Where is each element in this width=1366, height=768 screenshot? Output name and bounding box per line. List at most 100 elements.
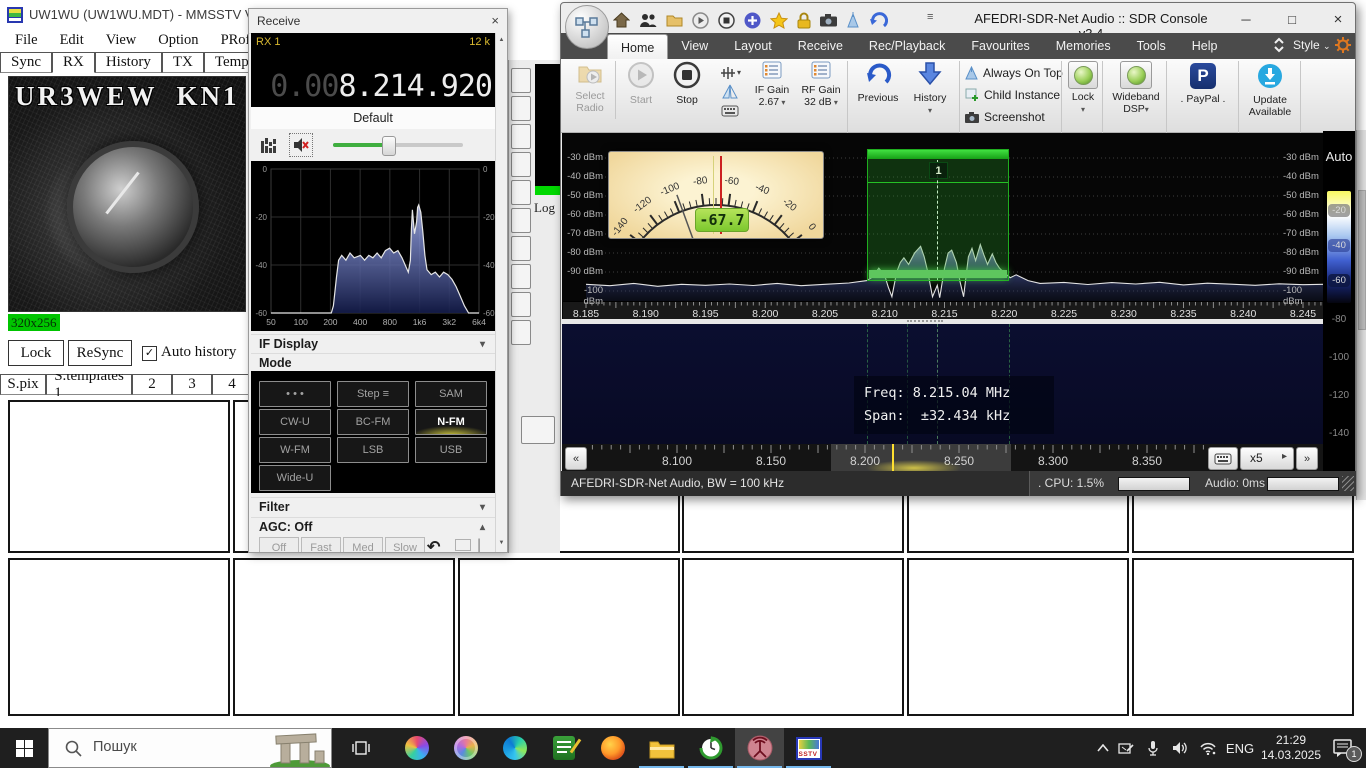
agc-button-med[interactable]: Med — [343, 537, 383, 552]
panel-button[interactable] — [511, 124, 531, 149]
notch-icon[interactable] — [455, 539, 471, 551]
task-view-button[interactable] — [338, 728, 384, 768]
panel-button[interactable] — [511, 68, 531, 93]
frequency-ruler[interactable]: 8.1858.1908.1958.2008.2058.2108.2158.220… — [563, 301, 1323, 320]
mute-icon[interactable] — [289, 133, 313, 157]
firefox-taskbar-button[interactable] — [588, 728, 637, 768]
ribbon-tab-favourites[interactable]: Favourites — [958, 34, 1042, 58]
small-button[interactable] — [521, 416, 555, 444]
lock-icon[interactable] — [797, 12, 811, 29]
panel-button[interactable] — [511, 236, 531, 261]
rx-filter-box[interactable]: 1 — [867, 149, 1009, 281]
ribbon-tab-home[interactable]: Home — [607, 34, 668, 60]
update-available-button[interactable]: UpdateAvailable — [1241, 63, 1299, 119]
volume-slider[interactable] — [333, 143, 463, 147]
balance-icon[interactable] — [713, 82, 747, 101]
waterfall-display[interactable]: Freq: 8.215.04 MHz Span: ±32.434 kHz — [562, 324, 1323, 444]
ribbon-tab-layout[interactable]: Layout — [721, 34, 785, 58]
tray-expand-icon[interactable] — [1092, 728, 1114, 768]
mode-button-sam[interactable]: SAM — [415, 381, 487, 407]
template-tab-5[interactable]: 4 — [212, 374, 252, 395]
child-instance-button[interactable]: Child Instance — [965, 87, 1060, 103]
minimize-button[interactable]: ─ — [1233, 9, 1259, 29]
users-icon[interactable] — [639, 13, 657, 28]
equalizer-icon[interactable] — [261, 137, 279, 158]
scroll-down-icon[interactable]: ▼ — [496, 536, 507, 550]
rf-gain-button[interactable]: RF Gain 32 dB ▾ — [797, 61, 845, 119]
volume-slider-handle[interactable] — [382, 136, 396, 156]
template-tab-3[interactable]: 2 — [132, 374, 172, 395]
camera-icon[interactable] — [820, 14, 837, 27]
beacon-icon[interactable] — [846, 12, 860, 28]
palette-auto-button[interactable]: Auto — [1323, 149, 1355, 164]
panel-button[interactable] — [511, 320, 531, 345]
menu-item-edit[interactable]: Edit — [49, 30, 95, 52]
ribbon-tab-help[interactable]: Help — [1179, 34, 1231, 58]
mode-button-lsb[interactable]: LSB — [337, 437, 409, 463]
band-scroll-right-button[interactable]: » — [1296, 447, 1318, 470]
mmsstv-scrollbar[interactable] — [1356, 130, 1366, 500]
panel-button[interactable] — [511, 292, 531, 317]
clock[interactable]: 21:29 14.03.2025 — [1258, 733, 1324, 763]
if-gain-button[interactable]: IF Gain 2.67 ▾ — [749, 61, 795, 119]
agc-button-off[interactable]: Off — [259, 537, 299, 552]
language-indicator[interactable]: ENG — [1222, 728, 1258, 768]
maximize-button[interactable]: □ — [1279, 9, 1305, 29]
search-highlight-image[interactable] — [267, 729, 332, 768]
microphone-icon[interactable] — [1140, 728, 1166, 768]
favourite-star-icon[interactable] — [770, 12, 788, 29]
agc-button-fast[interactable]: Fast — [301, 537, 341, 552]
backup-clock-taskbar-button[interactable] — [686, 728, 735, 768]
select-radio-button[interactable]: Select Radio — [567, 61, 613, 119]
profile-selector[interactable]: Default — [251, 107, 495, 130]
resync-button[interactable]: ReSync — [68, 340, 132, 366]
start-button[interactable]: Start — [619, 61, 663, 119]
stop-button[interactable]: Stop — [665, 61, 709, 119]
gear-icon[interactable] — [1335, 37, 1351, 58]
mmsstv-taskbar-button[interactable]: SSTV — [784, 728, 833, 768]
ribbon-tab-rec-playback[interactable]: Rec/Playback — [856, 34, 958, 58]
wideband-dsp-button[interactable]: Wideband DSP▾ — [1106, 61, 1166, 119]
toolbar-overflow-icon[interactable]: ≡ — [927, 11, 933, 23]
section-agc[interactable]: AGC: Off▴ — [251, 517, 495, 536]
wifi-icon[interactable] — [1194, 728, 1222, 768]
template-tab-4[interactable]: 3 — [172, 374, 212, 395]
edge-taskbar-button[interactable] — [490, 728, 539, 768]
menu-item-file[interactable]: File — [4, 30, 49, 52]
template-tab-2[interactable]: S.templates 1 — [46, 374, 132, 395]
zoom-control[interactable]: x5 ▸ — [1240, 447, 1294, 470]
panel-button[interactable] — [511, 264, 531, 289]
play-icon[interactable] — [692, 12, 709, 29]
resize-grip[interactable] — [1342, 476, 1354, 491]
sdr-console-taskbar-button[interactable] — [735, 728, 784, 768]
scroll-up-icon[interactable]: ▲ — [496, 33, 507, 47]
mode-button-wideu[interactable]: Wide-U — [259, 465, 331, 491]
home-icon[interactable] — [613, 12, 630, 28]
undo-icon[interactable] — [869, 12, 888, 28]
mmsstv-tab-history[interactable]: History — [95, 52, 162, 73]
always-on-top-button[interactable]: Always On Top — [965, 65, 1063, 81]
zoom-in-icon[interactable]: ▸ — [1282, 451, 1287, 462]
auto-history-checkbox[interactable]: ✓ — [142, 346, 157, 361]
mode-button-usb[interactable]: USB — [415, 437, 487, 463]
ribbon-tab-view[interactable]: View — [668, 34, 721, 58]
band-keyboard-button[interactable] — [1208, 447, 1238, 470]
keyboard-icon[interactable] — [713, 101, 747, 120]
add-icon[interactable] — [744, 12, 761, 29]
close-icon[interactable]: × — [491, 13, 499, 28]
folder-icon[interactable] — [666, 13, 683, 27]
menu-item-option[interactable]: Option — [147, 30, 209, 52]
screenshot-button[interactable]: Screenshot — [965, 109, 1045, 125]
style-menu[interactable]: Style ⌄ — [1293, 38, 1331, 52]
span-icon[interactable]: ▾ — [713, 63, 747, 82]
section-mode[interactable]: Mode — [251, 353, 495, 372]
mode-button-bcfm[interactable]: BC-FM — [337, 409, 409, 435]
ribbon-tab-memories[interactable]: Memories — [1043, 34, 1124, 58]
file-explorer-taskbar-button[interactable] — [637, 728, 686, 768]
copilot-taskbar-button[interactable] — [392, 728, 441, 768]
mmsstv-tab-templates[interactable]: Templates — [204, 52, 252, 73]
panel-button[interactable] — [511, 180, 531, 205]
paint-taskbar-button[interactable] — [441, 728, 490, 768]
speaker-icon[interactable] — [1166, 728, 1194, 768]
receive-panel-scrollbar[interactable]: ▲ ▼ — [495, 33, 507, 552]
